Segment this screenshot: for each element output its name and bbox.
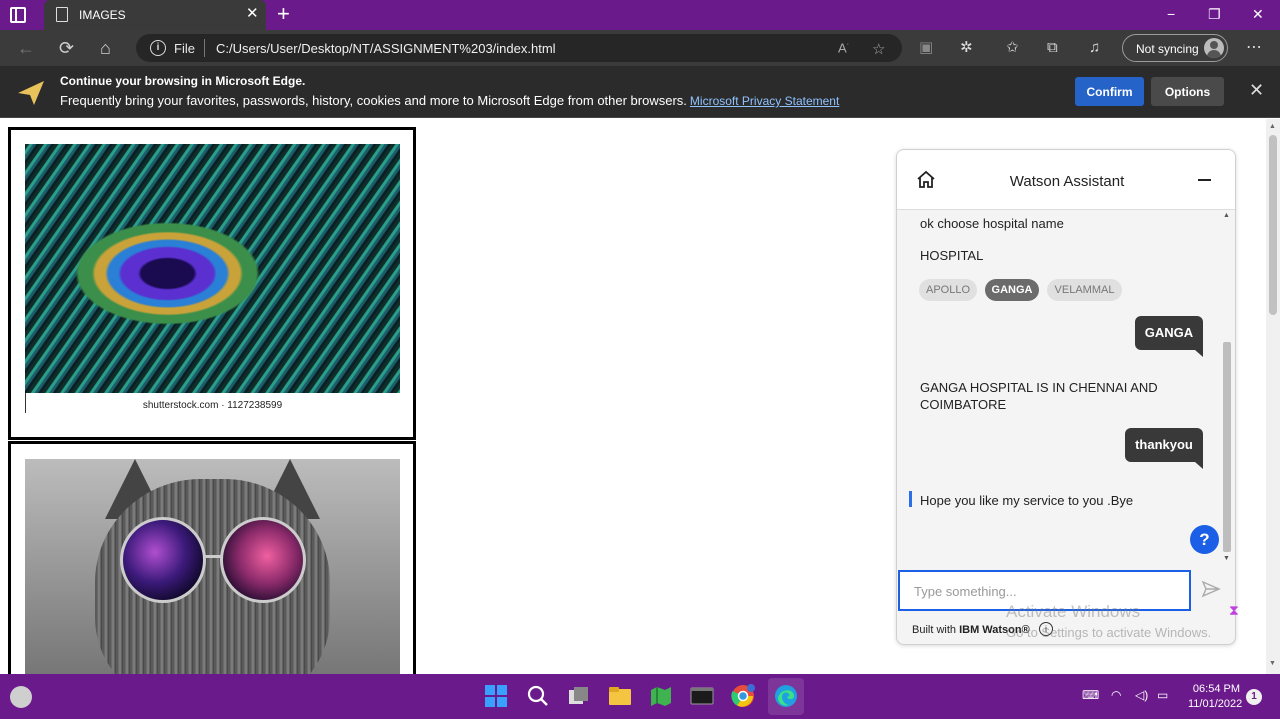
scroll-up-arrow[interactable]: ▲ (1269, 123, 1276, 130)
start-icon[interactable] (484, 684, 508, 708)
url-protocol: File (174, 41, 195, 56)
profile-sync-button[interactable]: Not syncing (1122, 34, 1228, 62)
glasses-bridge (205, 555, 221, 558)
infobar-title: Continue your browsing in Microsoft Edge… (60, 74, 306, 88)
infobar-close-icon[interactable]: ✕ (1249, 80, 1264, 100)
user-message: thankyou (1125, 428, 1203, 469)
image-card-cat (8, 441, 416, 674)
activate-windows-subtitle: Go to Settings to activate Windows. (1006, 625, 1212, 640)
tab-close-icon[interactable]: ✕ (246, 5, 259, 23)
time-text: 06:54 PM (1192, 683, 1240, 695)
page-scroll-thumb[interactable] (1269, 135, 1277, 315)
favorites-icon[interactable]: ✩ (1006, 39, 1019, 57)
extensions-puzzle-icon[interactable]: ✲ (960, 39, 973, 57)
tab-actions-icon[interactable] (10, 7, 26, 23)
keyboard-icon[interactable]: ⌨ (1082, 688, 1099, 702)
home-button[interactable]: ⌂ (100, 38, 111, 58)
page-icon (56, 7, 68, 22)
message-input[interactable] (914, 582, 1174, 600)
bot-message: Hope you like my service to you .Bye (920, 493, 1134, 508)
footer-prefix: Built with (912, 624, 960, 636)
info-icon[interactable]: i (150, 40, 166, 56)
activate-windows-title: Activate Windows (1006, 602, 1141, 621)
chat-scroll-down[interactable]: ▼ (1223, 555, 1230, 562)
help-button[interactable]: ? (1190, 525, 1219, 554)
task-view-icon[interactable] (567, 684, 591, 708)
watson-assistant-widget: Watson Assistant ok choose hospital name… (896, 149, 1236, 645)
cat-sunglasses-image (25, 459, 400, 674)
bot-message: HOSPITAL (920, 248, 984, 263)
edge-import-infobar: Continue your browsing in Microsoft Edge… (0, 66, 1280, 118)
confirm-button[interactable]: Confirm (1075, 77, 1144, 106)
url-divider (204, 39, 205, 57)
sync-label: Not syncing (1136, 42, 1199, 56)
restore-button[interactable]: ❐ (1208, 5, 1221, 23)
battery-icon[interactable]: ▭ (1157, 688, 1168, 702)
new-tab-button[interactable]: + (277, 2, 290, 26)
windows-taskbar: ⌨ ◠ ◁) ▭ 06:54 PM 11/01/2022 1 (0, 674, 1280, 719)
minimize-chat-icon[interactable] (1198, 179, 1211, 181)
edge-icon[interactable] (774, 684, 798, 708)
terminal-icon[interactable] (690, 684, 714, 708)
privacy-link[interactable]: Microsoft Privacy Statement (690, 94, 839, 108)
bot-message: ok choose hospital name (920, 216, 1064, 231)
read-aloud-icon[interactable]: Aᐧ (838, 40, 849, 55)
option-velammal[interactable]: VELAMMAL (1047, 279, 1122, 301)
more-menu-icon[interactable]: ⋯ (1246, 39, 1262, 57)
chat-scroll-up[interactable]: ▲ (1223, 212, 1230, 219)
image-card-peacock: shutterstock.com · 1127238599 (8, 127, 416, 440)
volume-icon[interactable]: ◁) (1135, 688, 1148, 702)
tab-title: IMAGES (79, 8, 126, 22)
page-scrollbar[interactable]: ▲ ▼ (1266, 119, 1280, 674)
chat-scroll-thumb[interactable] (1223, 342, 1231, 552)
bot-message: GANGA HOSPITAL IS IN CHENNAI AND COIMBAT… (920, 380, 1158, 412)
back-button[interactable]: ← (17, 38, 35, 58)
paper-plane-icon (18, 81, 44, 105)
search-icon[interactable] (526, 684, 550, 708)
notification-badge[interactable]: 1 (1246, 689, 1262, 705)
option-ganga[interactable]: GANGA (985, 279, 1039, 301)
hourglass-icon: ⧗ (1229, 602, 1239, 618)
url-text[interactable]: C:/Users/User/Desktop/NT/ASSIGNMENT%203/… (216, 41, 556, 56)
notifications-icon[interactable]: ♫ (1089, 39, 1100, 57)
scroll-down-arrow[interactable]: ▼ (1269, 660, 1276, 667)
chat-scrollbar[interactable]: ▲ ▼ (1222, 212, 1232, 565)
minimize-button[interactable]: − (1167, 5, 1175, 23)
watson-header: Watson Assistant (897, 150, 1235, 210)
extension-icon[interactable]: ▣ (919, 39, 933, 57)
focus-indicator (909, 491, 912, 507)
send-icon[interactable] (1201, 579, 1221, 599)
add-favorite-icon[interactable]: ☆ (872, 40, 885, 58)
avatar (1204, 38, 1224, 58)
option-apollo[interactable]: APOLLO (919, 279, 977, 301)
lens-left (120, 517, 206, 603)
maps-app-icon[interactable] (649, 684, 673, 708)
title-bar: IMAGES ✕ + − ❐ ✕ (0, 0, 1280, 30)
collections-icon[interactable]: ⧉ (1047, 39, 1058, 57)
chrome-icon[interactable] (731, 684, 755, 708)
close-window-button[interactable]: ✕ (1252, 5, 1264, 23)
file-explorer-icon[interactable] (608, 684, 632, 708)
tab-images[interactable]: IMAGES ✕ (44, 0, 266, 30)
weather-icon[interactable] (10, 686, 32, 708)
peacock-feather-image (25, 144, 400, 393)
infobar-body: Frequently bring your favorites, passwor… (60, 93, 839, 108)
image-caption: shutterstock.com · 1127238599 (142, 400, 283, 411)
lens-right (220, 517, 306, 603)
date-text: 11/01/2022 (1188, 698, 1243, 710)
infobar-body-text: Frequently bring your favorites, passwor… (60, 93, 687, 108)
address-toolbar: ← ⟳ ⌂ i File C:/Users/User/Desktop/NT/AS… (0, 30, 1280, 66)
clock[interactable]: 06:54 PM 11/01/2022 (1188, 682, 1243, 712)
user-message: GANGA (1135, 316, 1203, 357)
options-button[interactable]: Options (1151, 77, 1224, 106)
address-bar[interactable]: i File C:/Users/User/Desktop/NT/ASSIGNME… (136, 34, 902, 62)
wifi-icon[interactable]: ◠ (1111, 688, 1121, 702)
refresh-button[interactable]: ⟳ (59, 38, 74, 58)
watson-title: Watson Assistant (1009, 173, 1125, 190)
